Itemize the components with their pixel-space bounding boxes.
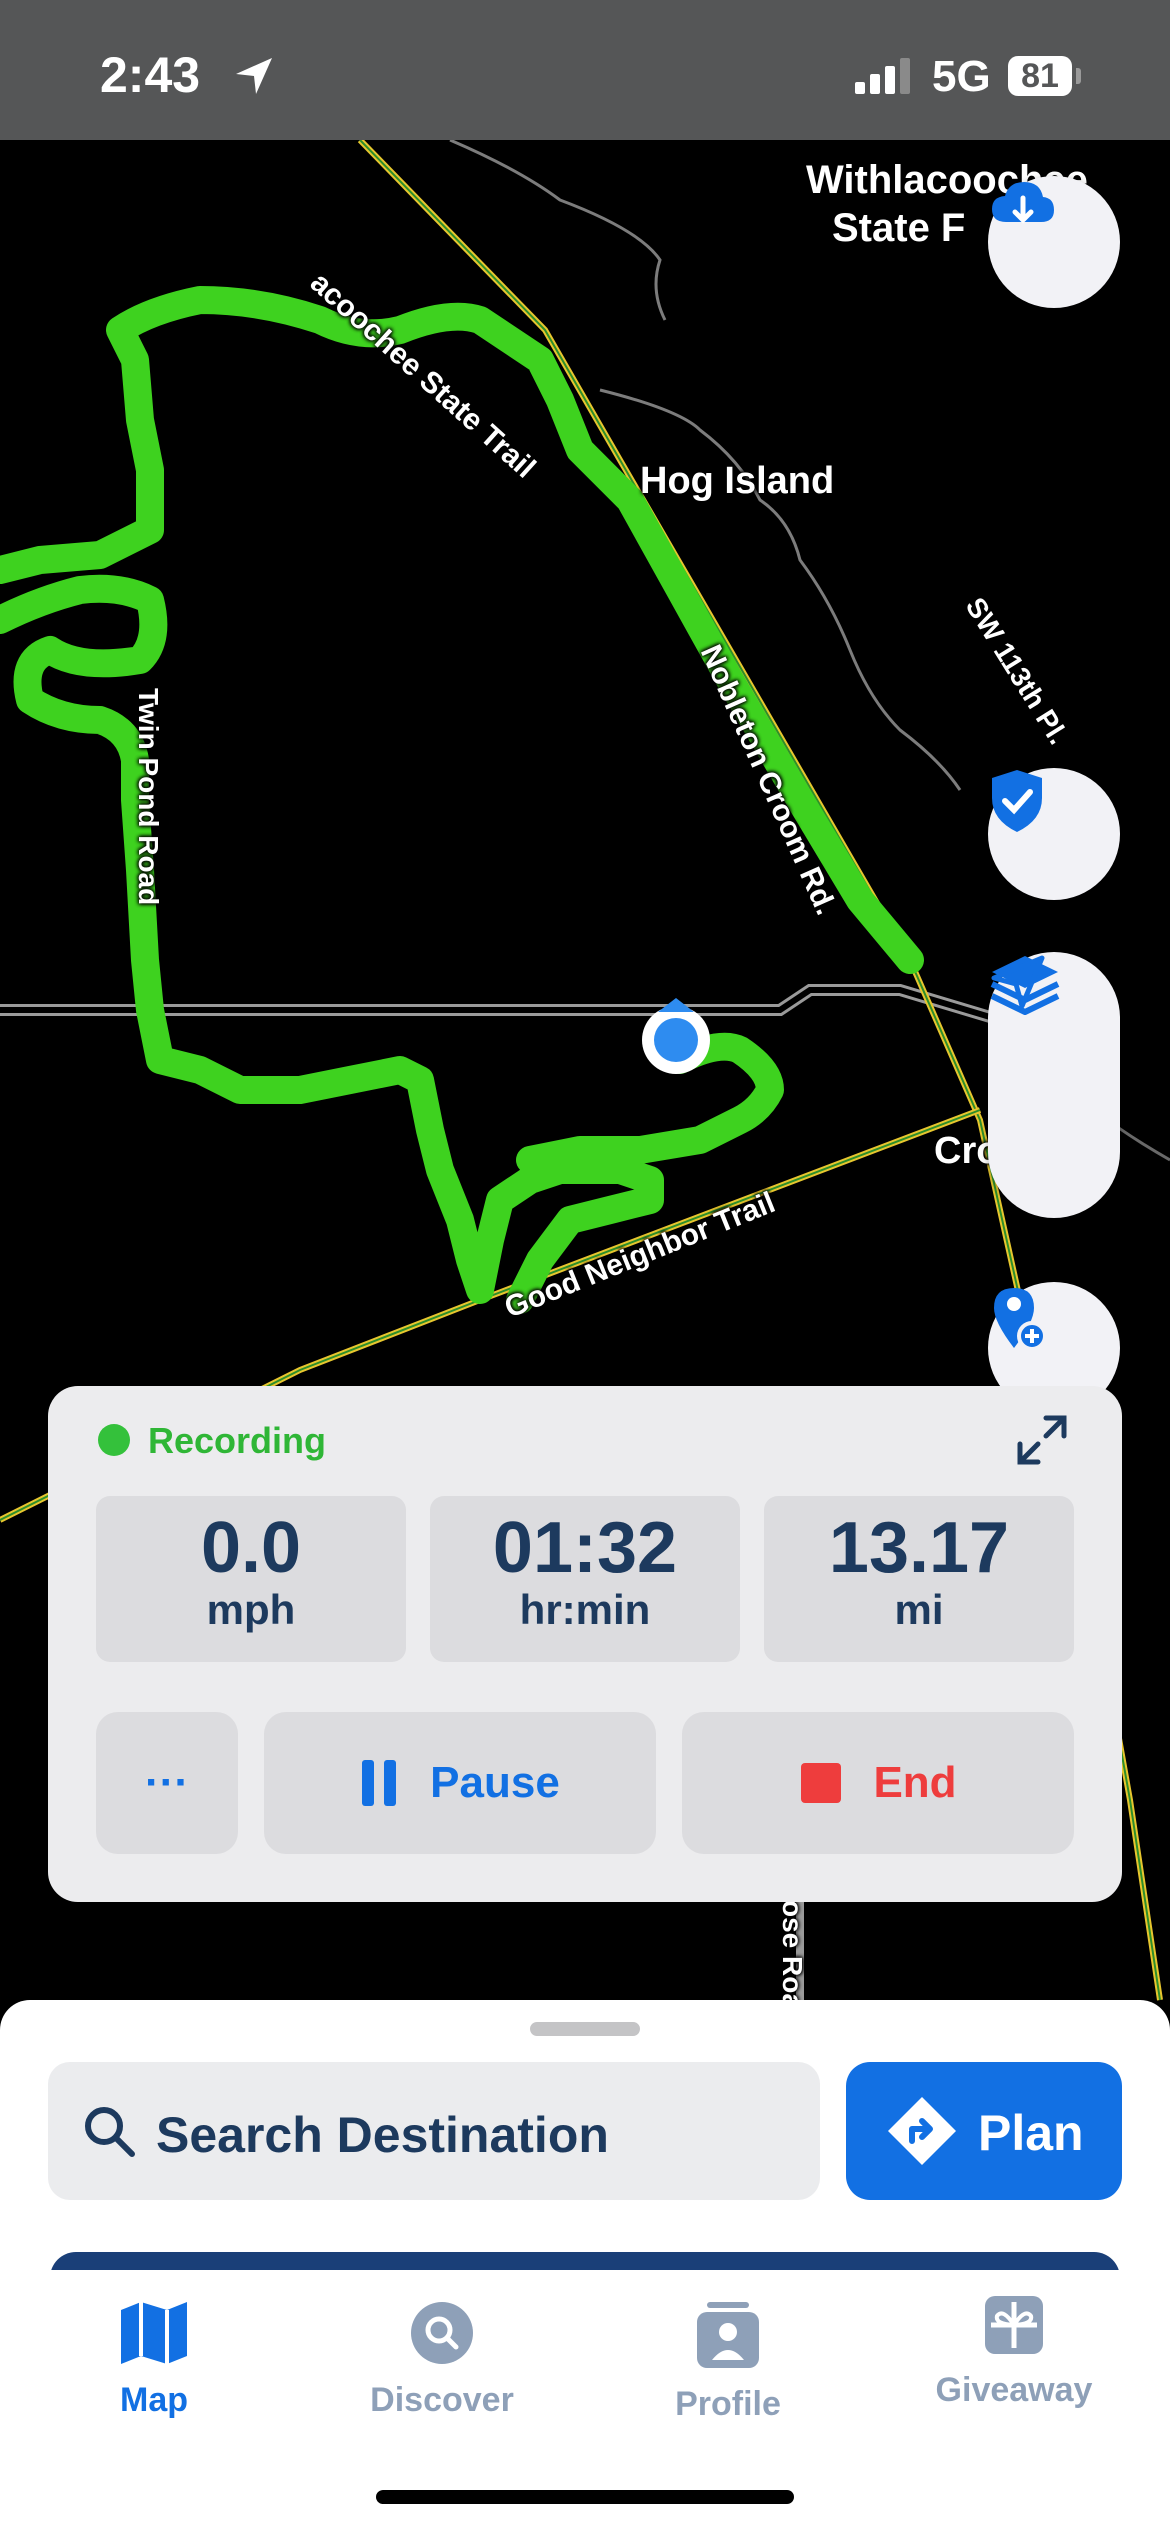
- distance-unit: mi: [894, 1586, 944, 1633]
- distance-stat: 13.17 mi: [764, 1496, 1074, 1662]
- more-label: ···: [145, 1758, 189, 1807]
- more-options-button[interactable]: ···: [96, 1712, 238, 1854]
- map-label-twin-pond: Twin Pond Road: [133, 688, 164, 906]
- map-controls-group: [988, 952, 1120, 1218]
- tab-giveaway-label: Giveaway: [935, 2371, 1093, 2409]
- map-label-rose-road: ose Roa: [777, 1900, 808, 2009]
- recording-status: Recording: [148, 1420, 327, 1461]
- profile-icon: [697, 2302, 759, 2368]
- gift-icon: [985, 2296, 1043, 2354]
- pause-icon: [362, 1760, 397, 1806]
- sheet-grabber[interactable]: [530, 2022, 640, 2036]
- expand-icon[interactable]: [1014, 1412, 1070, 1468]
- shield-check-icon: [992, 770, 1042, 832]
- search-placeholder: Search Destination: [156, 2107, 609, 2163]
- speed-stat: 0.0 mph: [96, 1496, 406, 1662]
- plan-label: Plan: [978, 2105, 1084, 2161]
- safety-shield-button[interactable]: [988, 768, 1120, 900]
- pause-button[interactable]: Pause: [264, 1712, 656, 1854]
- signal-icon: [855, 58, 910, 94]
- search-destination-field[interactable]: Search Destination: [48, 2062, 820, 2200]
- status-bar: 2:43 5G 81: [0, 0, 1170, 140]
- map-label-hog-island: Hog Island: [640, 460, 835, 502]
- speed-value: 0.0: [200, 1508, 302, 1588]
- navigation-icon: [991, 955, 1045, 1009]
- pause-label: Pause: [430, 1758, 560, 1807]
- home-indicator: [376, 2490, 794, 2504]
- tab-discover-label: Discover: [370, 2381, 514, 2419]
- speed-unit: mph: [206, 1586, 296, 1633]
- plan-button[interactable]: Plan: [846, 2062, 1122, 2200]
- search-icon: [85, 2107, 135, 2157]
- duration-stat: 01:32 hr:min: [430, 1496, 740, 1662]
- cloud-download-icon: [992, 182, 1054, 224]
- network-type: 5G: [932, 52, 991, 101]
- recording-indicator: [98, 1424, 130, 1456]
- add-pin-icon: [994, 1288, 1047, 1351]
- tab-discover[interactable]: Discover: [332, 2300, 552, 2420]
- offline-download-button[interactable]: [988, 176, 1120, 308]
- location-arrow-icon: [236, 58, 272, 94]
- battery-tip: [1076, 68, 1081, 84]
- tab-map-label: Map: [120, 2381, 188, 2419]
- recording-panel: Recording 0.0 mph 01:32 hr:min 13.17 mi …: [48, 1386, 1122, 1902]
- battery-icon: 81: [1008, 56, 1072, 96]
- duration-value: 01:32: [492, 1508, 678, 1588]
- end-button[interactable]: End: [682, 1712, 1074, 1854]
- status-time: 2:43: [100, 47, 201, 103]
- tab-profile-label: Profile: [675, 2385, 781, 2423]
- map-icon: [121, 2302, 187, 2364]
- directions-icon: [888, 2097, 956, 2165]
- stop-icon: [801, 1763, 842, 1803]
- bottom-sheet: Search Destination Plan: [0, 2000, 1170, 2282]
- tab-map[interactable]: Map: [44, 2300, 264, 2420]
- discover-icon: [411, 2302, 473, 2364]
- tab-giveaway[interactable]: Giveaway: [904, 2294, 1124, 2410]
- end-label: End: [873, 1758, 957, 1807]
- duration-unit: hr:min: [519, 1586, 651, 1633]
- tab-profile[interactable]: Profile: [618, 2300, 838, 2424]
- distance-value: 13.17: [828, 1508, 1010, 1588]
